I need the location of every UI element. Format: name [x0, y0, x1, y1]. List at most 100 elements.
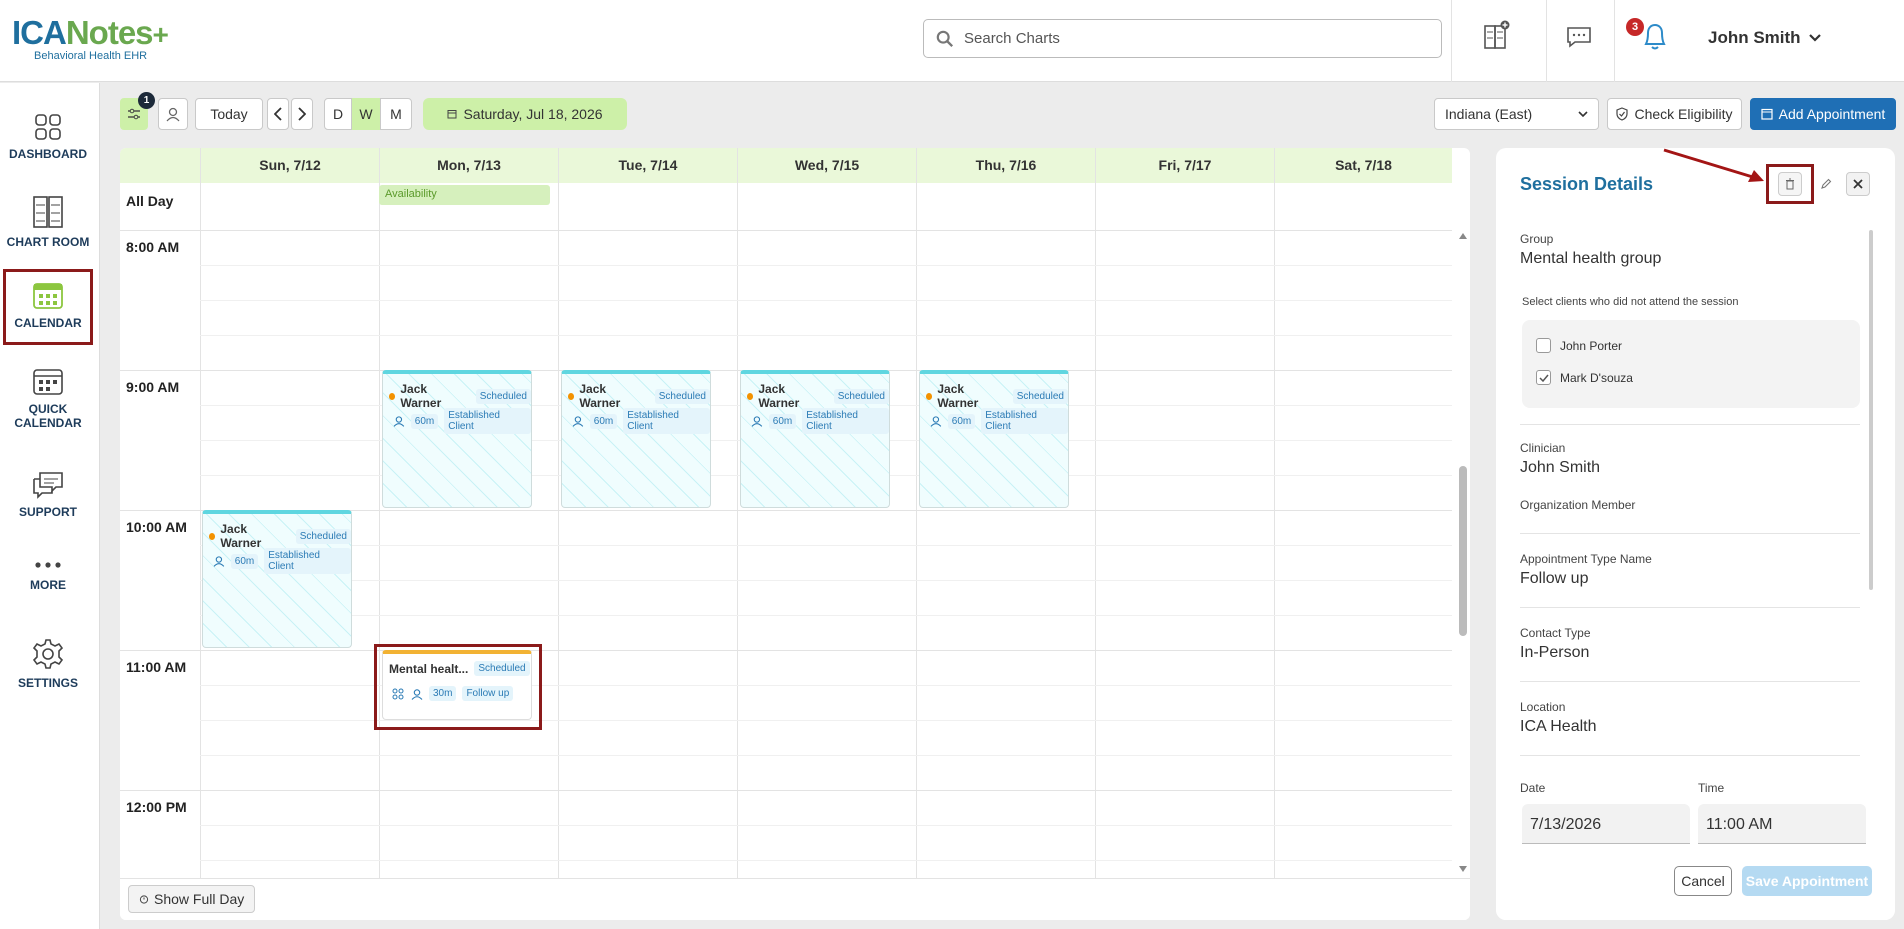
- appointment-status: Scheduled: [295, 528, 351, 544]
- add-appointment-button[interactable]: Add Appointment: [1750, 98, 1896, 130]
- top-header: ICANotes+ Behavioral Health EHR 3 John S…: [0, 0, 1904, 82]
- scrollbar-thumb[interactable]: [1459, 466, 1467, 636]
- view-day-button[interactable]: D: [324, 98, 352, 130]
- annotation-arrow-icon: [1663, 148, 1764, 182]
- time-label: 11:00 AM: [126, 659, 187, 675]
- show-full-day-label: Show Full Day: [154, 891, 245, 907]
- view-week-button[interactable]: W: [352, 98, 380, 130]
- date-label: Date: [1520, 781, 1546, 795]
- appointment-duration: 60m: [947, 413, 976, 429]
- attendance-checklist: John Porter Mark D'souza: [1522, 320, 1860, 408]
- chart-room-add-icon[interactable]: [1483, 20, 1511, 55]
- client-icon: [930, 416, 942, 427]
- date-picker-button[interactable]: Saturday, Jul 18, 2026: [423, 98, 627, 130]
- header-divider: [1546, 0, 1547, 82]
- ica-notes-logo[interactable]: ICANotes+ Behavioral Health EHR: [12, 14, 169, 63]
- nav-chart-room[interactable]: CHART ROOM: [0, 195, 96, 249]
- availability-event[interactable]: Availability: [379, 185, 550, 205]
- appointment-status: Scheduled: [1012, 388, 1068, 404]
- timezone-value: Indiana (East): [1445, 106, 1533, 122]
- nav-calendar[interactable]: CALENDAR: [3, 269, 93, 345]
- nav-settings[interactable]: SETTINGS: [0, 638, 96, 690]
- day-header-sat[interactable]: Sat, 7/18: [1274, 148, 1452, 183]
- user-menu[interactable]: John Smith: [1708, 28, 1821, 48]
- client-checkbox-john-porter[interactable]: [1536, 338, 1551, 353]
- timezone-select[interactable]: Indiana (East): [1434, 98, 1599, 130]
- logo-plus-icon: +: [152, 19, 169, 50]
- nav-quick-calendar[interactable]: QUICK CALENDAR: [0, 366, 96, 430]
- time-label: Time: [1698, 781, 1725, 795]
- messages-icon[interactable]: [1566, 26, 1592, 53]
- nav-dashboard[interactable]: DASHBOARD: [0, 113, 96, 161]
- user-icon: [166, 107, 180, 122]
- appointment-status: Scheduled: [833, 388, 889, 404]
- notification-badge: 3: [1626, 18, 1644, 36]
- client-checkbox-row[interactable]: Mark D'souza: [1536, 370, 1633, 385]
- filter-count-badge: 1: [138, 92, 155, 109]
- appointment-duration: 60m: [589, 413, 618, 429]
- search-input[interactable]: [964, 30, 1424, 47]
- grid-line: [200, 615, 1452, 616]
- show-full-day-button[interactable]: Show Full Day: [128, 885, 256, 913]
- date-field[interactable]: 7/13/2026: [1522, 804, 1690, 844]
- day-header-sun[interactable]: Sun, 7/12: [200, 148, 379, 183]
- nav-support[interactable]: SUPPORT: [0, 469, 96, 519]
- clinician-select-button[interactable]: [158, 98, 188, 130]
- today-button[interactable]: Today: [195, 98, 263, 130]
- day-header-fri[interactable]: Fri, 7/17: [1095, 148, 1274, 183]
- time-column-header: [120, 148, 200, 183]
- grid-line: [120, 650, 1452, 651]
- previous-week-button[interactable]: [267, 98, 289, 130]
- dashboard-icon: [35, 114, 61, 140]
- appointment-card[interactable]: Jack Warner Scheduled 60m Established Clie…: [382, 370, 532, 508]
- location-value: ICA Health: [1520, 718, 1597, 735]
- client-icon: [411, 688, 423, 700]
- header-divider: [1451, 0, 1452, 82]
- appointment-card[interactable]: Jack Warner Scheduled 60m Established Clie…: [740, 370, 890, 508]
- appointment-type: Established Client: [444, 408, 531, 434]
- day-header-mon[interactable]: Mon, 7/13: [379, 148, 558, 183]
- view-month-button[interactable]: M: [380, 98, 412, 130]
- logo-text-notes: Notes: [65, 14, 154, 51]
- notifications-bell-icon[interactable]: [1640, 20, 1670, 57]
- scroll-down-arrow-icon: [1459, 866, 1467, 872]
- appointment-card[interactable]: Jack Warner Scheduled 60m Established Clie…: [919, 370, 1069, 508]
- appointment-card[interactable]: Jack Warner Scheduled 60m Established Clie…: [561, 370, 711, 508]
- next-week-button[interactable]: [291, 98, 313, 130]
- appointment-type: Established Client: [264, 548, 351, 574]
- client-name: Mark D'souza: [1560, 370, 1633, 385]
- check-eligibility-button[interactable]: Check Eligibility: [1607, 98, 1742, 130]
- grid-line: [200, 300, 1452, 301]
- search-bar[interactable]: [923, 19, 1442, 58]
- time-field[interactable]: 11:00 AM: [1698, 804, 1866, 844]
- day-header-wed[interactable]: Wed, 7/15: [737, 148, 916, 183]
- client-name: John Porter: [1560, 338, 1623, 353]
- day-header-thu[interactable]: Thu, 7/16: [916, 148, 1095, 183]
- cancel-button[interactable]: Cancel: [1674, 866, 1732, 896]
- client-checkbox-mark-dsouza[interactable]: [1536, 370, 1551, 385]
- calendar-scrollbar[interactable]: [1458, 230, 1468, 880]
- pencil-icon: [1821, 178, 1832, 189]
- grid-line: [200, 148, 201, 878]
- checkmark-icon: [1538, 374, 1549, 382]
- panel-scrollbar[interactable]: [1869, 230, 1873, 590]
- day-header-tue[interactable]: Tue, 7/14: [558, 148, 737, 183]
- scroll-up-arrow-icon: [1459, 233, 1467, 239]
- check-eligibility-label: Check Eligibility: [1634, 106, 1733, 122]
- close-button[interactable]: [1846, 172, 1870, 196]
- appointment-duration: 30m: [429, 686, 457, 701]
- save-appointment-button[interactable]: Save Appointment: [1742, 866, 1872, 896]
- appointment-status: Scheduled: [475, 388, 531, 404]
- edit-button[interactable]: [1814, 172, 1838, 196]
- group-appointment-card[interactable]: Mental healt... Scheduled 30m Follow up: [382, 650, 532, 720]
- client-checkbox-row[interactable]: John Porter: [1536, 338, 1622, 353]
- appointment-card[interactable]: Jack Warner Scheduled 60m Established Clie…: [202, 510, 352, 648]
- contact-type-value: In-Person: [1520, 644, 1590, 661]
- delete-button[interactable]: [1778, 172, 1802, 196]
- nav-more[interactable]: MORE: [0, 558, 96, 592]
- chevron-down-icon: [1808, 34, 1821, 42]
- grid-line: [200, 580, 1452, 581]
- appointment-client: Jack Warner: [758, 382, 800, 410]
- user-name: John Smith: [1708, 28, 1801, 47]
- grid-line: [737, 148, 738, 878]
